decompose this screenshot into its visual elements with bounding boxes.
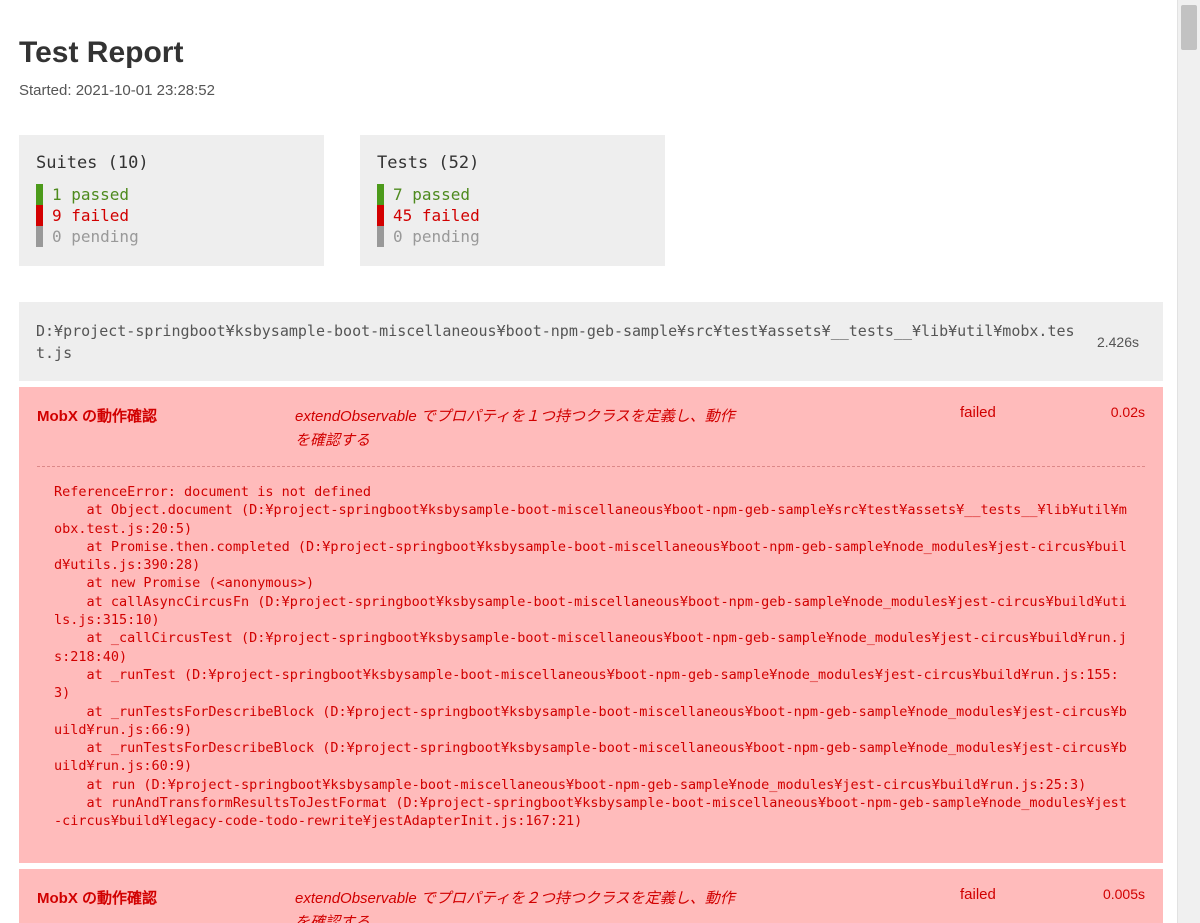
suites-passed: 1 passed <box>36 184 129 205</box>
suites-summary-title: Suites (10) <box>36 153 149 173</box>
started-value: 2021-10-01 23:28:52 <box>75 82 215 99</box>
error-stack-trace: ReferenceError: document is not defined … <box>54 484 1127 830</box>
tests-summary-title: Tests (52) <box>377 153 480 173</box>
pending-indicator-bar <box>36 226 43 247</box>
suites-failed-label: 9 failed <box>52 206 130 225</box>
started-label: Started: <box>19 82 72 99</box>
test-name: extendObservable でプロパティを２つ持つクラスを定義し、動作を確… <box>295 890 735 923</box>
dashed-divider <box>37 466 1145 467</box>
tests-passed-label: 7 passed <box>393 185 471 204</box>
test-file-header: D:¥project-springboot¥ksbysample-boot-mi… <box>19 302 1163 381</box>
report-page: Test Report Started: 2021-10-01 23:28:52… <box>0 0 1178 923</box>
test-result-failed: MobX の動作確認 extendObservable でプロパティを１つ持つク… <box>19 387 1163 863</box>
test-duration: 0.005s <box>1102 886 1145 902</box>
test-result-failed: MobX の動作確認 extendObservable でプロパティを２つ持つク… <box>19 869 1163 923</box>
pending-indicator-bar <box>377 226 384 247</box>
test-status: failed <box>960 886 996 903</box>
test-suite-name: MobX の動作確認 <box>37 408 157 425</box>
suites-pending-label: 0 pending <box>52 227 139 246</box>
test-name: extendObservable でプロパティを１つ持つクラスを定義し、動作を確… <box>295 408 735 449</box>
suites-failed: 9 failed <box>36 205 129 226</box>
scrollbar-thumb[interactable] <box>1181 5 1197 50</box>
suites-summary: Suites (10) 1 passed 9 failed 0 pending <box>19 135 324 266</box>
passed-indicator-bar <box>377 184 384 205</box>
tests-pending: 0 pending <box>377 226 480 247</box>
test-status: failed <box>960 404 996 421</box>
test-suite-name: MobX の動作確認 <box>37 890 157 907</box>
tests-failed: 45 failed <box>377 205 480 226</box>
test-file-duration: 2.426s <box>1096 334 1139 350</box>
passed-indicator-bar <box>36 184 43 205</box>
suites-passed-label: 1 passed <box>52 185 130 204</box>
tests-pending-label: 0 pending <box>393 227 480 246</box>
tests-failed-label: 45 failed <box>393 206 480 225</box>
failed-indicator-bar <box>36 205 43 226</box>
test-duration: 0.02s <box>1110 404 1145 420</box>
suites-pending: 0 pending <box>36 226 139 247</box>
tests-summary: Tests (52) 7 passed 45 failed 0 pending <box>360 135 665 266</box>
test-file-path: D:¥project-springboot¥ksbysample-boot-mi… <box>36 322 1075 362</box>
page-title: Test Report <box>19 36 184 69</box>
started-timestamp: Started: 2021-10-01 23:28:52 <box>19 82 215 99</box>
failed-indicator-bar <box>377 205 384 226</box>
tests-passed: 7 passed <box>377 184 470 205</box>
vertical-scrollbar[interactable] <box>1177 0 1200 923</box>
